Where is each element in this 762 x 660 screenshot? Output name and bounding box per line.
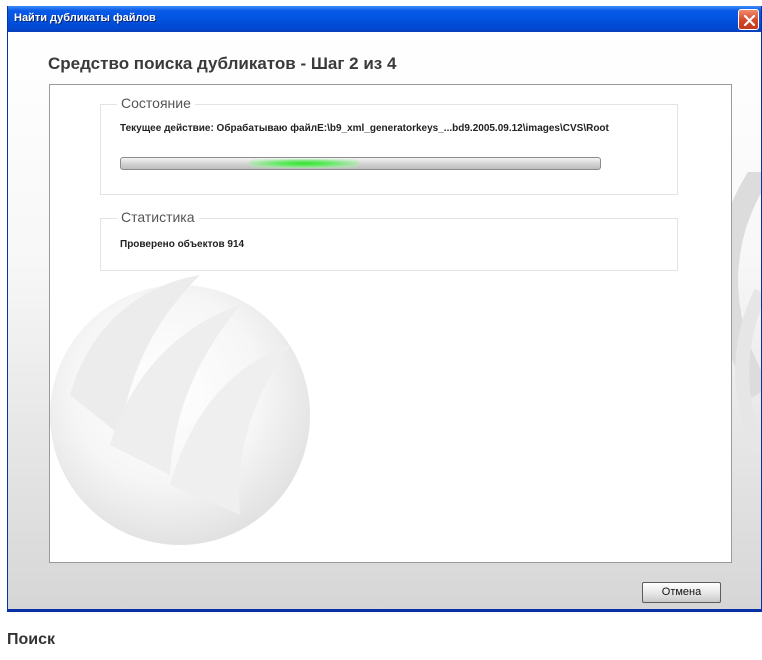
- close-button[interactable]: [738, 9, 759, 30]
- cancel-button[interactable]: Отмена: [642, 582, 721, 603]
- dialog-window: Найти дубликаты файлов Средство поиска д…: [7, 6, 762, 612]
- progress-indicator: [249, 159, 359, 168]
- title-bar[interactable]: Найти дубликаты файлов: [8, 6, 761, 32]
- page-caption: Поиск: [7, 631, 56, 648]
- statistics-group-title: Статистика: [117, 209, 199, 225]
- current-action-text: Текущее действие: Обрабатываю файлE:\b9_…: [120, 123, 609, 134]
- window-title: Найти дубликаты файлов: [14, 12, 156, 24]
- wizard-heading: Средство поиска дубликатов - Шаг 2 из 4: [48, 54, 397, 73]
- close-icon: [743, 14, 756, 27]
- statistics-group: Статистика Проверено объектов 914: [100, 209, 678, 271]
- content-panel: Состояние Текущее действие: Обрабатываю …: [49, 84, 732, 563]
- watermark-logo: [50, 275, 310, 545]
- status-group: Состояние Текущее действие: Обрабатываю …: [100, 95, 678, 195]
- progress-bar: [120, 157, 601, 170]
- checked-objects-count: Проверено объектов 914: [120, 239, 245, 250]
- status-group-title: Состояние: [117, 95, 195, 111]
